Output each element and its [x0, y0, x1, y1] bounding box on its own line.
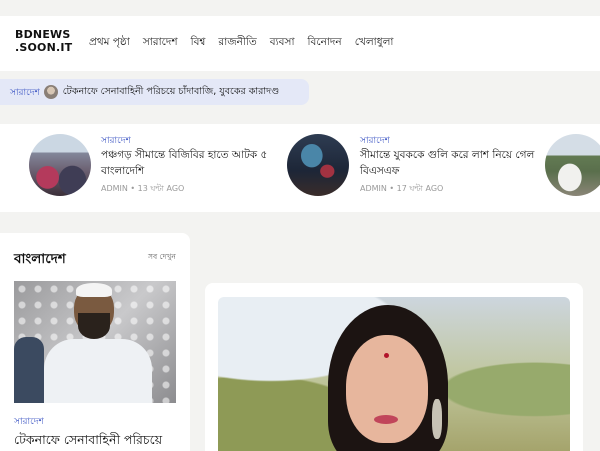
site-header: BDNEWS .SOON.IT প্রথম পৃষ্ঠা সারাদেশ বিশ…	[0, 16, 600, 71]
featured-image[interactable]	[218, 297, 570, 451]
story-meta: ADMIN • 13 ঘন্টা AGO	[101, 184, 185, 193]
earring-shape	[432, 399, 442, 439]
site-logo[interactable]: BDNEWS .SOON.IT	[15, 28, 75, 54]
nav-item-home[interactable]: প্রথম পৃষ্ঠা	[89, 35, 130, 52]
story-category[interactable]: সারাদেশ	[360, 133, 390, 148]
story-thumbnail[interactable]	[545, 134, 600, 196]
story-meta: ADMIN • 17 ঘন্টা AGO	[360, 184, 444, 193]
story-thumbnail[interactable]	[29, 134, 91, 196]
lips-shape	[374, 415, 398, 424]
story-thumbnail[interactable]	[287, 134, 349, 196]
ticker-thumbnail	[43, 85, 58, 99]
nav-item-country[interactable]: সারাদেশ	[143, 35, 178, 52]
main-nav: প্রথম পৃষ্ঠা সারাদেশ বিশ্ব রাজনীতি ব্যবস…	[89, 35, 406, 52]
top-story[interactable]: সারাদেশ সীমান্তে যুবককে গুলি করে লাশ নিয…	[287, 133, 537, 203]
cap-shape	[76, 283, 112, 297]
beard-shape	[78, 313, 110, 339]
nav-item-sports[interactable]: খেলাধুলা	[355, 35, 394, 52]
background-person	[14, 337, 44, 403]
nav-item-politics[interactable]: রাজনীতি	[218, 35, 256, 52]
face-shape	[346, 335, 428, 443]
story-title[interactable]: পঞ্চগড় সীমান্তে বিজিবির হাতে আটক ৫ বাংল…	[101, 147, 271, 179]
lead-story-image[interactable]	[14, 281, 176, 403]
top-stories-strip: সারাদেশ পঞ্চগড় সীমান্তে বিজিবির হাতে আট…	[0, 124, 600, 212]
logo-line-1: BDNEWS	[15, 28, 71, 41]
see-all-link[interactable]: সব দেখুন	[148, 252, 176, 264]
top-story-partial[interactable]	[545, 133, 600, 203]
lead-story-headline[interactable]: টেকনাফে সেনাবাহিনী পরিচয়ে	[14, 432, 162, 451]
top-story[interactable]: সারাদেশ পঞ্চগড় সীমান্তে বিজিবির হাতে আট…	[29, 133, 279, 203]
section-title: বাংলাদেশ	[14, 251, 66, 267]
ticker-category[interactable]: সারাদেশ	[10, 85, 40, 100]
nav-item-business[interactable]: ব্যবসা	[270, 35, 295, 52]
shirt-shape	[44, 339, 152, 403]
story-title[interactable]: সীমান্তে যুবককে গুলি করে লাশ নিয়ে গেল ব…	[360, 147, 538, 179]
nav-item-world[interactable]: বিশ্ব	[191, 35, 206, 52]
featured-card	[205, 283, 583, 451]
lead-story-category[interactable]: সারাদেশ	[14, 414, 44, 429]
ticker-headline[interactable]: টেকনাফে সেনাবাহিনী পরিচয়ে চাঁদাবাজি, যু…	[63, 85, 279, 100]
nav-item-entertainment[interactable]: বিনোদন	[308, 35, 342, 52]
breaking-news-ticker: সারাদেশ টেকনাফে সেনাবাহিনী পরিচয়ে চাঁদা…	[0, 79, 309, 105]
bangladesh-section: বাংলাদেশ সব দেখুন সারাদেশ টেকনাফে সেনাবা…	[0, 233, 190, 451]
logo-line-2: .SOON.IT	[15, 41, 73, 54]
bindi-shape	[384, 353, 389, 358]
story-category[interactable]: সারাদেশ	[101, 133, 131, 148]
